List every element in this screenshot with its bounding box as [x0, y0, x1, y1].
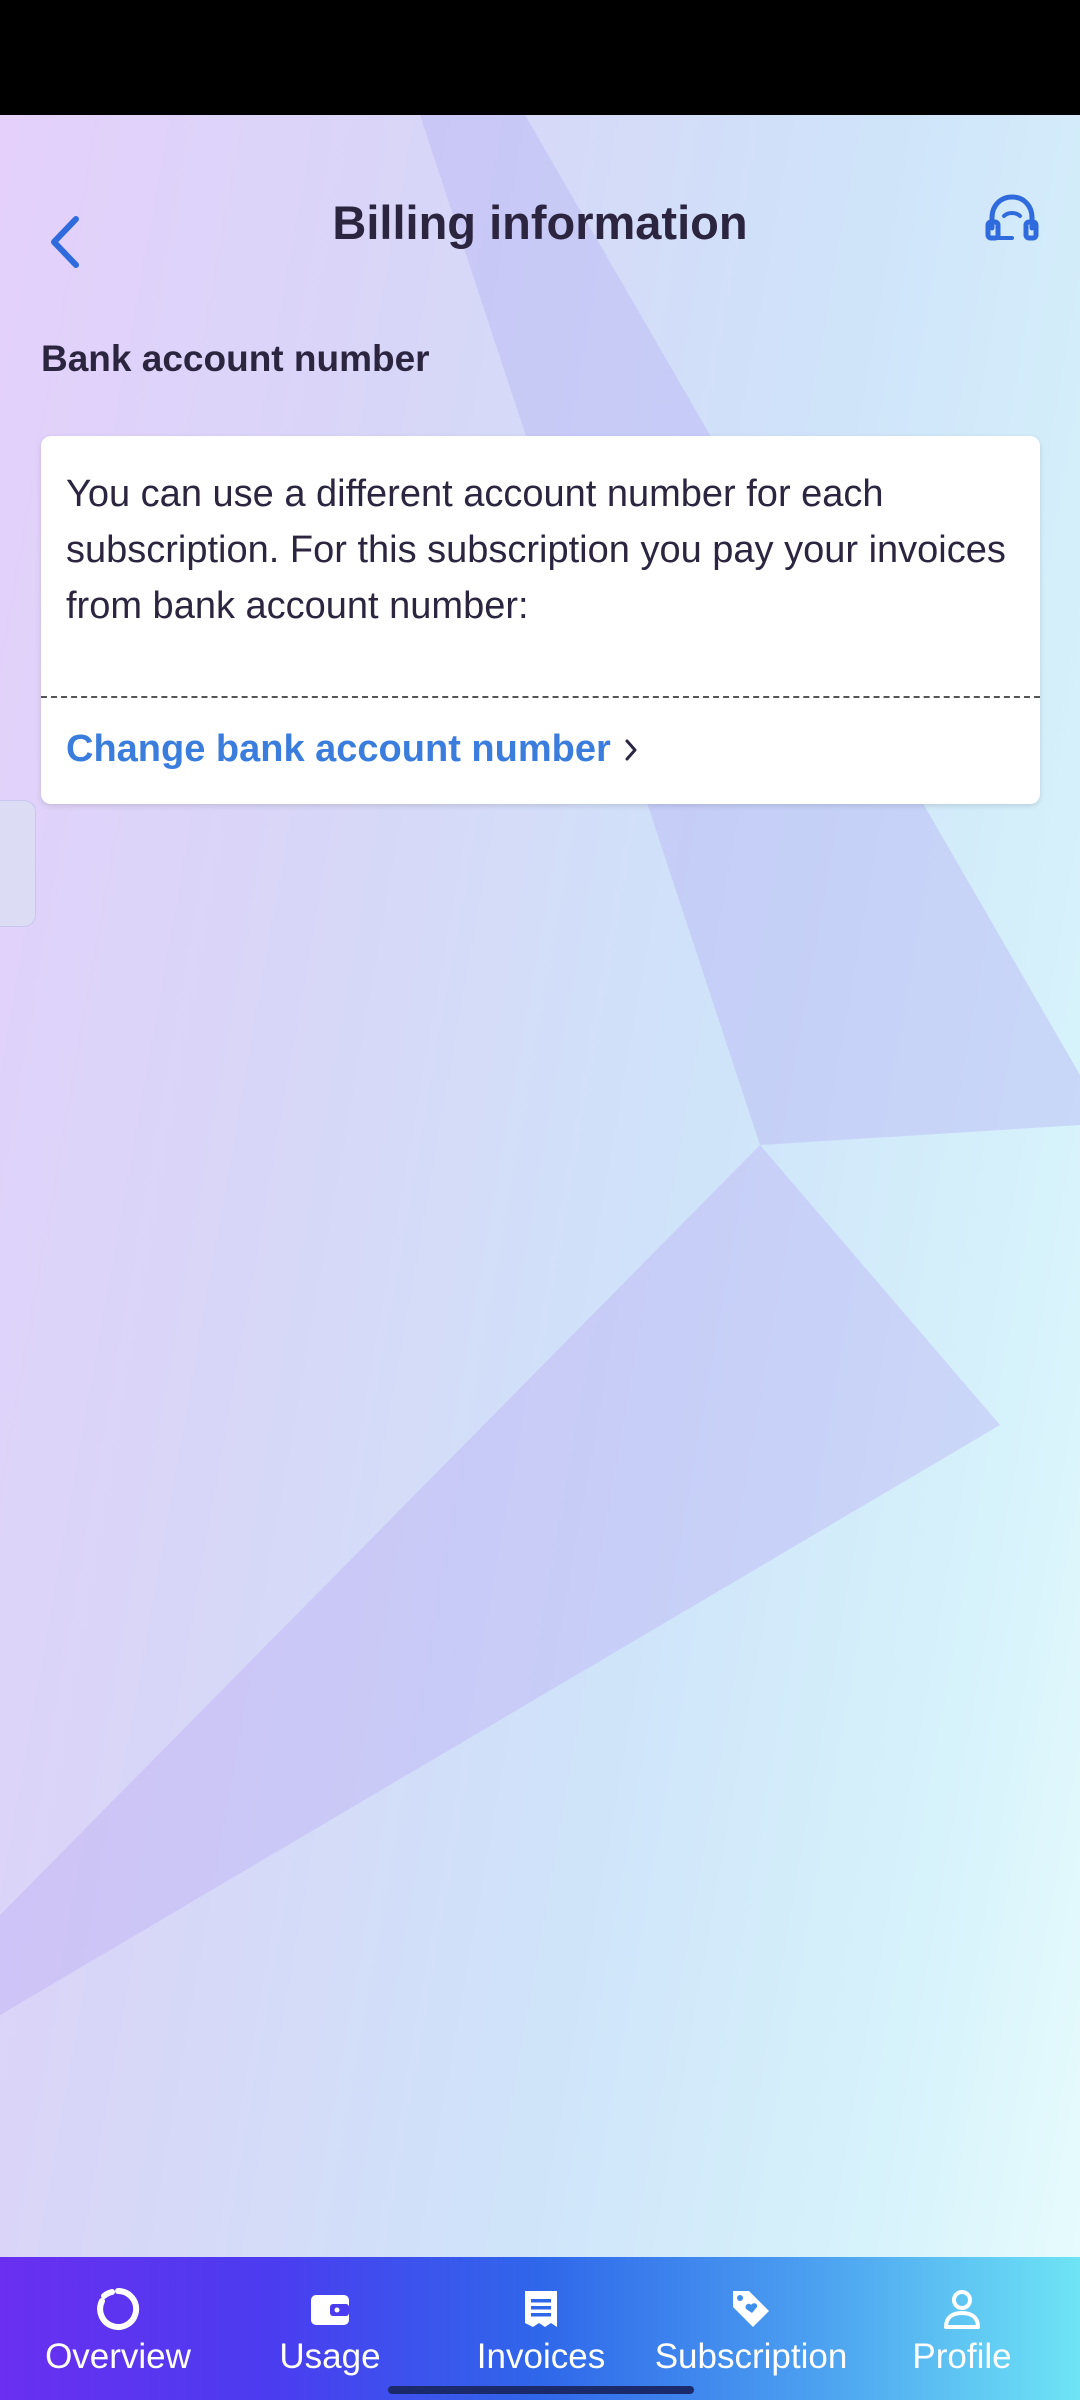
side-drawer-handle[interactable]: [0, 800, 36, 927]
section-label: Bank account number: [41, 338, 430, 379]
headset-icon: [985, 194, 1039, 241]
nav-profile-label: Profile: [912, 2337, 1012, 2376]
bottom-navigation: Overview Usage Invoices Subscription Pro…: [0, 2257, 1080, 2400]
overview-icon: [96, 2287, 140, 2331]
tag-heart-icon: [729, 2287, 773, 2331]
home-indicator: [388, 2386, 694, 2394]
invoice-icon: [519, 2287, 563, 2331]
nav-profile[interactable]: Profile: [862, 2257, 1062, 2400]
wallet-icon: [308, 2287, 352, 2331]
change-bank-account-label: Change bank account number: [66, 728, 611, 770]
nav-usage[interactable]: Usage: [230, 2257, 430, 2400]
nav-usage-label: Usage: [279, 2337, 381, 2376]
change-bank-account-link[interactable]: Change bank account number: [66, 728, 639, 771]
nav-invoices[interactable]: Invoices: [441, 2257, 641, 2400]
nav-overview[interactable]: Overview: [18, 2257, 218, 2400]
divider: [41, 696, 1040, 698]
customer-support-button[interactable]: [984, 192, 1040, 252]
nav-overview-label: Overview: [45, 2337, 191, 2376]
page-title: Billing information: [332, 196, 748, 249]
nav-subscription-label: Subscription: [654, 2337, 848, 2376]
nav-subscription[interactable]: Subscription: [641, 2257, 861, 2400]
status-bar: [0, 0, 1080, 115]
chevron-right-icon: [625, 739, 637, 760]
nav-invoices-label: Invoices: [476, 2337, 606, 2376]
person-icon: [940, 2287, 984, 2331]
card-description: You can use a different account number f…: [66, 473, 1006, 627]
bank-account-card: You can use a different account number f…: [41, 436, 1040, 804]
